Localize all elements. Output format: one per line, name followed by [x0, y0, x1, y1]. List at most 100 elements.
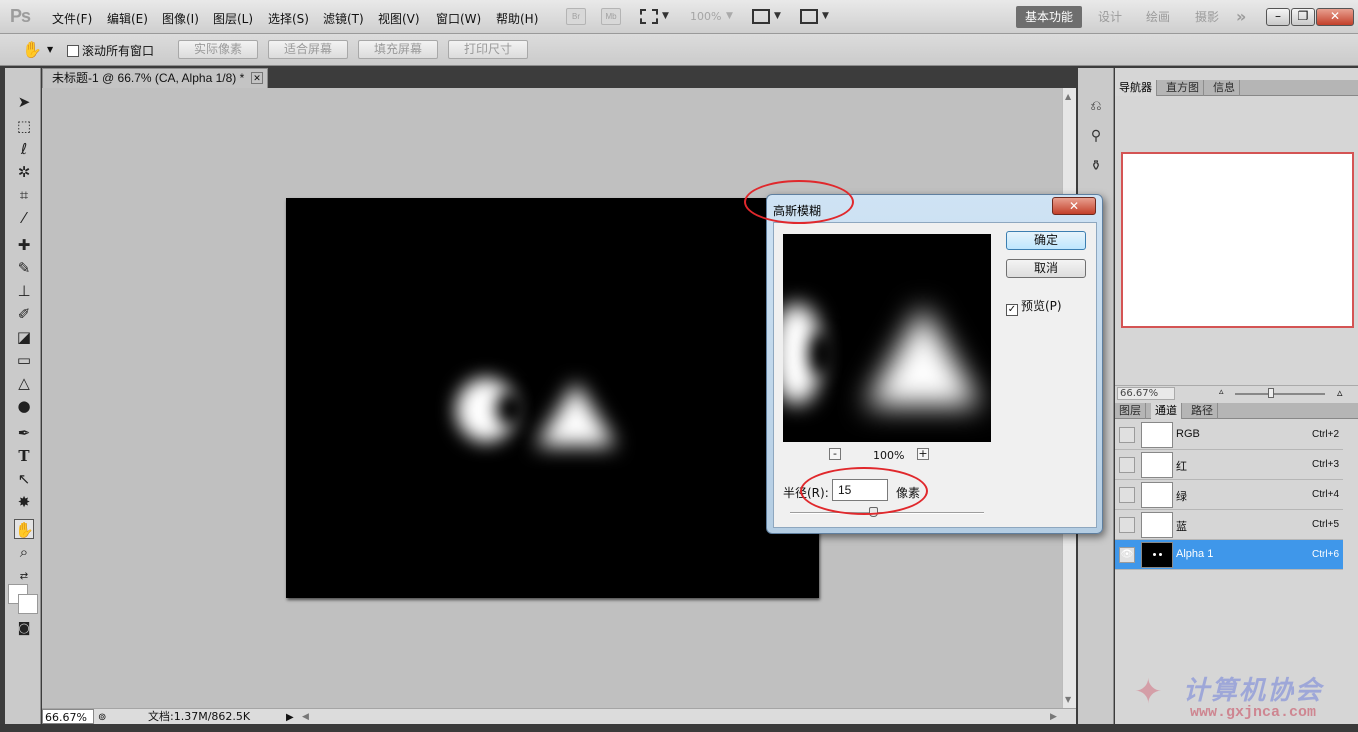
close-icon[interactable]: ✕	[251, 72, 263, 84]
clone-source-icon[interactable]: ⚱	[1086, 156, 1106, 176]
chevron-down-icon[interactable]: ▼	[822, 11, 829, 21]
info-icon[interactable]: ⊚	[98, 710, 106, 725]
zoom-in-button[interactable]: +	[917, 448, 929, 460]
tab-layers[interactable]: 图层	[1115, 403, 1146, 419]
brush-presets-icon[interactable]: ⚲	[1086, 126, 1106, 146]
navigator-zoom-thumb[interactable]	[1268, 388, 1274, 398]
minibridge-button[interactable]: Mb	[601, 8, 621, 25]
scroll-all-windows-checkbox[interactable]: 滚动所有窗口	[67, 42, 154, 59]
print-size-button[interactable]: 打印尺寸	[448, 40, 528, 59]
gradient-tool-icon[interactable]: ▭	[14, 350, 34, 370]
menu-help[interactable]: 帮助(H)	[496, 10, 538, 27]
visibility-toggle[interactable]	[1119, 487, 1135, 503]
fill-screen-button[interactable]: 填充屏幕	[358, 40, 438, 59]
menu-file[interactable]: 文件(F)	[52, 10, 92, 27]
hand-tool-icon[interactable]: ✋	[22, 40, 42, 59]
pen-tool-icon[interactable]: ✒	[14, 423, 34, 443]
tab-info[interactable]: 信息	[1209, 80, 1240, 96]
more-workspaces-icon[interactable]: »	[1236, 6, 1246, 28]
channel-row-alpha-1[interactable]: 👁 Alpha 1 Ctrl+6	[1115, 540, 1343, 570]
ok-button[interactable]: 确定	[1006, 231, 1086, 250]
blur-tool-icon[interactable]: △	[14, 373, 34, 393]
clone-stamp-tool-icon[interactable]: ⊥	[14, 281, 34, 301]
path-selection-tool-icon[interactable]: ↖	[14, 469, 34, 489]
custom-shape-tool-icon[interactable]: ✸	[14, 492, 34, 512]
document-tab[interactable]: 未标题-1 @ 66.7% (CA, Alpha 1/8) * ✕	[42, 68, 268, 88]
play-icon[interactable]: ▶	[286, 710, 294, 725]
magic-wand-tool-icon[interactable]: ✲	[14, 162, 34, 182]
type-tool-icon[interactable]: T	[14, 446, 34, 466]
workspace-design[interactable]: 设计	[1098, 6, 1122, 28]
blur-preview[interactable]	[783, 234, 991, 442]
hand-tool-icon[interactable]: ✋	[14, 519, 34, 539]
actual-pixels-button[interactable]: 实际像素	[178, 40, 258, 59]
zoom-out-button[interactable]: -	[829, 448, 841, 460]
tab-channels[interactable]: 通道	[1151, 403, 1182, 419]
zoom-level-select[interactable]: 100%	[690, 10, 721, 23]
channel-row-green[interactable]: 绿 Ctrl+4	[1115, 480, 1343, 510]
history-panel-icon[interactable]: ⎌	[1086, 96, 1106, 116]
marquee-tool-icon[interactable]: ⬚	[14, 116, 34, 136]
tab-navigator[interactable]: 导航器	[1115, 80, 1157, 96]
chevron-down-icon[interactable]: ▼	[774, 11, 781, 21]
workspace-painting[interactable]: 绘画	[1146, 6, 1170, 28]
chevron-down-icon[interactable]: ▼	[726, 11, 733, 21]
zoom-out-icon[interactable]: ▵	[1219, 387, 1224, 397]
bridge-button[interactable]: Br	[566, 8, 586, 25]
checkmark-icon[interactable]: ✓	[1006, 304, 1018, 316]
history-brush-tool-icon[interactable]: ✐	[14, 304, 34, 324]
workspace-essentials[interactable]: 基本功能	[1016, 6, 1082, 28]
quick-mask-icon[interactable]: ◙	[14, 619, 34, 639]
menu-layer[interactable]: 图层(L)	[213, 10, 253, 27]
visibility-toggle[interactable]	[1119, 457, 1135, 473]
background-color-swatch[interactable]	[18, 594, 38, 614]
lasso-tool-icon[interactable]: ℓ	[14, 139, 34, 159]
eraser-tool-icon[interactable]: ◪	[14, 327, 34, 347]
menu-filter[interactable]: 滤镜(T)	[323, 10, 364, 27]
navigator-zoom-field[interactable]: 66.67%	[1117, 387, 1175, 400]
visibility-toggle[interactable]	[1119, 427, 1135, 443]
channel-row-red[interactable]: 红 Ctrl+3	[1115, 450, 1343, 480]
healing-brush-tool-icon[interactable]: ✚	[14, 235, 34, 255]
arrow-left-icon[interactable]: ◀	[302, 710, 309, 725]
preview-checkbox[interactable]: ✓ 预览(P)	[1006, 297, 1062, 316]
image-canvas[interactable]	[286, 198, 819, 598]
cancel-button[interactable]: 取消	[1006, 259, 1086, 278]
close-icon[interactable]: ✕	[1316, 8, 1354, 26]
tab-histogram[interactable]: 直方图	[1162, 80, 1204, 96]
zoom-field[interactable]: 66.67%	[42, 709, 94, 724]
menu-select[interactable]: 选择(S)	[268, 10, 309, 27]
zoom-tool-icon[interactable]: ⌕	[14, 542, 34, 562]
channel-row-blue[interactable]: 蓝 Ctrl+5	[1115, 510, 1343, 540]
channel-row-rgb[interactable]: RGB Ctrl+2	[1115, 420, 1343, 450]
menu-window[interactable]: 窗口(W)	[436, 10, 481, 27]
arrow-up-icon[interactable]: ▲	[1065, 92, 1071, 101]
checkbox-icon[interactable]	[67, 45, 79, 57]
crop-tool-icon[interactable]: ⌗	[14, 185, 34, 205]
tab-paths[interactable]: 路径	[1187, 403, 1218, 419]
arrow-right-icon[interactable]: ▶	[1050, 710, 1057, 725]
chevron-down-icon[interactable]: ▼	[47, 45, 53, 54]
fit-screen-button[interactable]: 适合屏幕	[268, 40, 348, 59]
arrange-documents-icon[interactable]	[752, 9, 770, 24]
menu-edit[interactable]: 编辑(E)	[107, 10, 148, 27]
arrow-down-icon[interactable]: ▼	[1065, 695, 1071, 704]
workspace-photography[interactable]: 摄影	[1195, 6, 1219, 28]
restore-icon[interactable]: ❐	[1291, 8, 1315, 26]
minimize-icon[interactable]: –	[1266, 8, 1290, 26]
navigator-preview[interactable]	[1121, 152, 1354, 328]
chevron-down-icon[interactable]: ▼	[662, 11, 669, 21]
move-tool-icon[interactable]: ➤	[14, 92, 34, 112]
close-icon[interactable]: ✕	[1052, 197, 1096, 215]
screen-mode-icon[interactable]	[800, 9, 818, 24]
zoom-in-icon[interactable]: ▵	[1337, 386, 1343, 399]
eyedropper-tool-icon[interactable]: ⁄	[14, 208, 34, 228]
extras-icon[interactable]	[640, 9, 658, 24]
brush-tool-icon[interactable]: ✎	[14, 258, 34, 278]
dodge-tool-icon[interactable]: ●	[14, 396, 34, 416]
menu-image[interactable]: 图像(I)	[162, 10, 199, 27]
navigator-zoom-slider[interactable]	[1235, 393, 1325, 395]
document-size-info[interactable]: 文档:1.37M/862.5K	[148, 709, 250, 724]
menu-view[interactable]: 视图(V)	[378, 10, 420, 27]
eye-icon[interactable]: 👁	[1119, 547, 1135, 563]
